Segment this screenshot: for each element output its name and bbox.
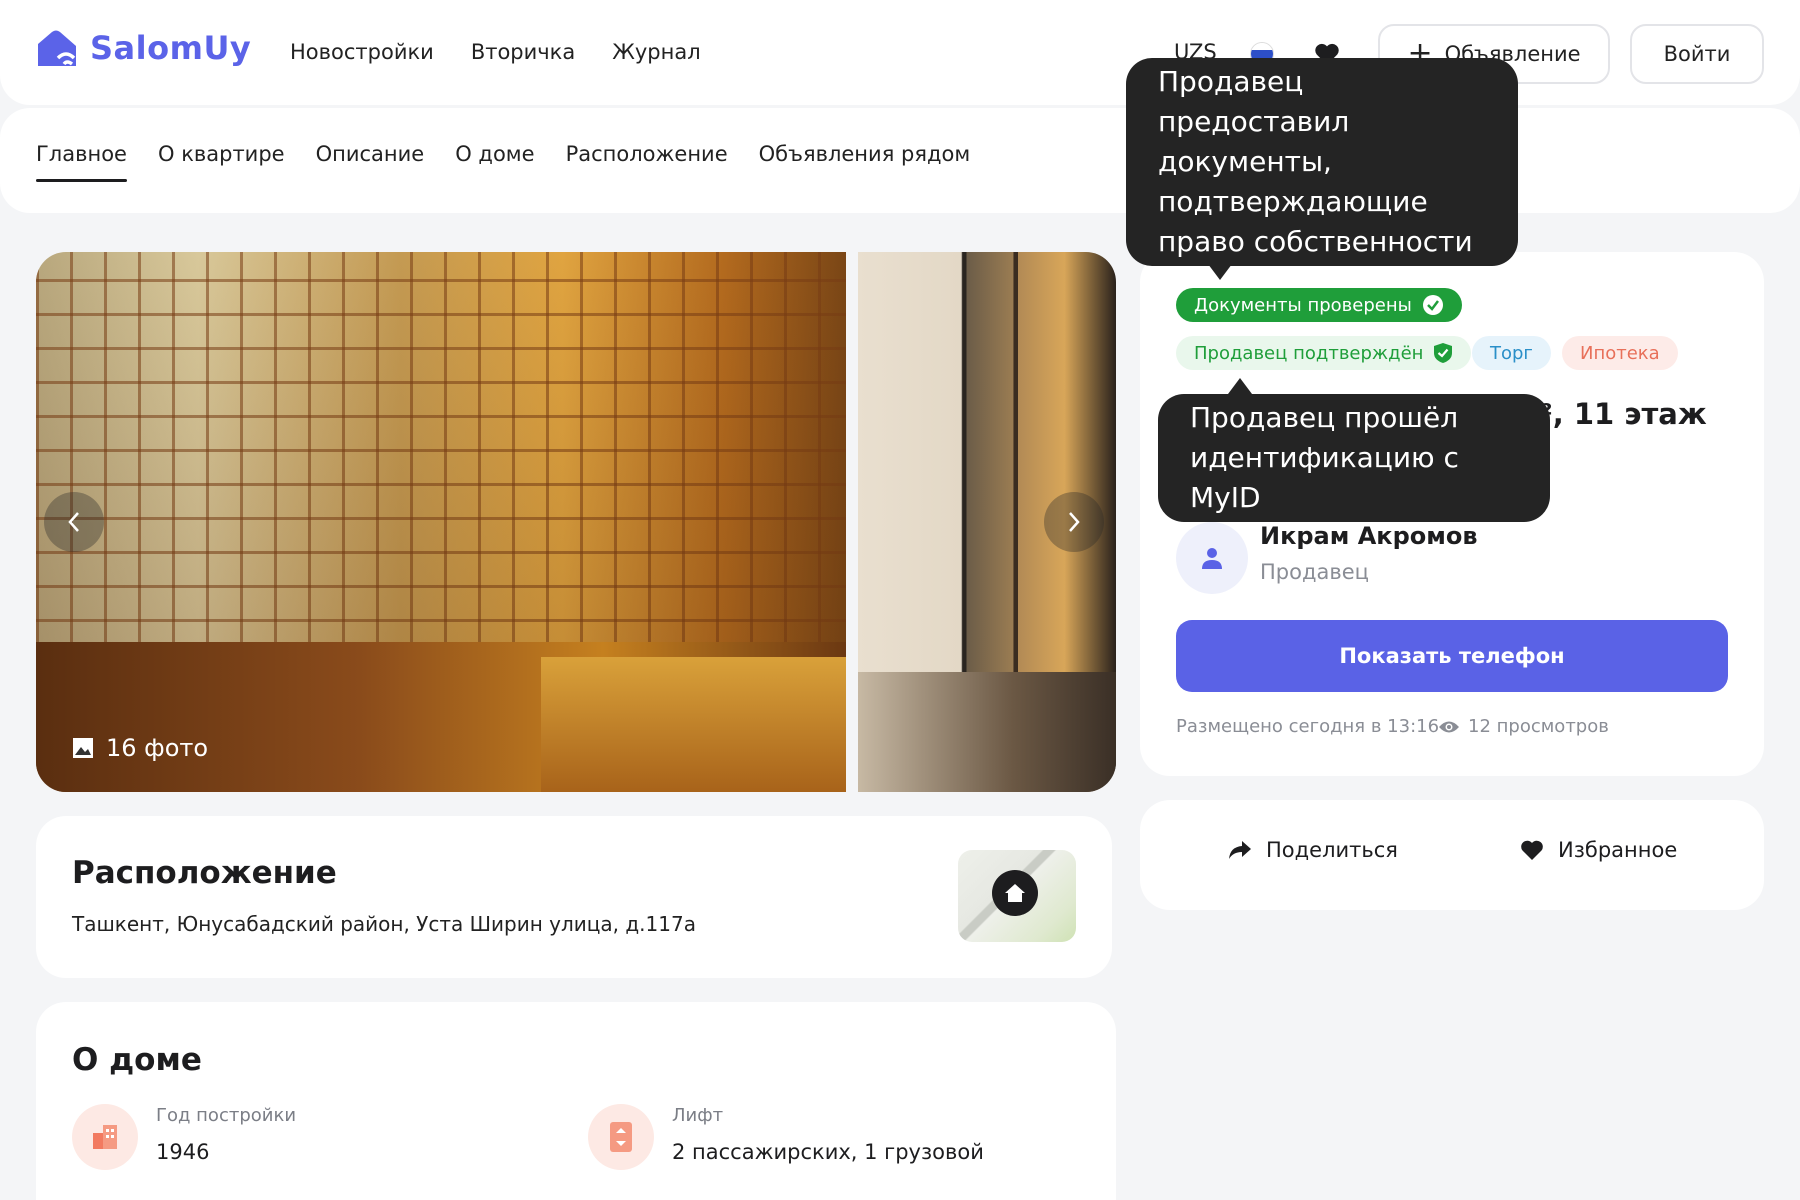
documents-tooltip-line-2: документы, bbox=[1158, 145, 1332, 178]
eye-icon bbox=[1439, 721, 1459, 732]
views-info: 12 просмотров bbox=[1438, 716, 1609, 737]
location-title: Расположение bbox=[72, 855, 337, 891]
login-button[interactable]: Войти bbox=[1630, 24, 1764, 84]
nav-item-new-buildings[interactable]: Новостройки bbox=[290, 40, 434, 64]
posted-time: Размещено сегодня в 13:16 bbox=[1176, 716, 1440, 737]
mortgage-badge: Ипотека bbox=[1562, 336, 1678, 370]
elevator-value: 2 пассажирских, 1 грузовой bbox=[672, 1140, 984, 1164]
photo-count[interactable]: 16 фото bbox=[72, 734, 208, 762]
main-photo-counter bbox=[541, 657, 846, 792]
posted-info: Размещено сегодня в 13:16 bbox=[1176, 716, 1439, 737]
elevator-label: Лифт bbox=[672, 1105, 724, 1126]
seller-verified-badge[interactable]: Продавец подтверждён bbox=[1176, 336, 1472, 370]
bargain-badge: Торг bbox=[1472, 336, 1551, 370]
seller-name: Икрам Акромов bbox=[1260, 522, 1478, 550]
documents-tooltip-line-3: подтверждающие bbox=[1158, 185, 1428, 218]
site-logo[interactable]: SalomUy bbox=[36, 28, 251, 68]
views-count: 12 просмотров bbox=[1468, 716, 1609, 737]
myid-tooltip-line-2: идентификацию с MyID bbox=[1190, 441, 1459, 514]
about-house-title: О доме bbox=[72, 1042, 202, 1078]
about-house-card bbox=[36, 1002, 1116, 1200]
house-logo-icon bbox=[38, 30, 76, 66]
nav-item-journal[interactable]: Журнал bbox=[612, 40, 700, 64]
check-circle-icon bbox=[1422, 295, 1443, 315]
favorite-label: Избранное bbox=[1558, 838, 1678, 862]
seller-role: Продавец bbox=[1260, 560, 1369, 584]
mortgage-label: Ипотека bbox=[1580, 342, 1660, 364]
login-label: Войти bbox=[1663, 42, 1731, 66]
photo-count-label: 16 фото bbox=[106, 734, 209, 762]
tab-location[interactable]: Расположение bbox=[566, 142, 728, 182]
chevron-left-icon bbox=[68, 512, 79, 532]
share-arrow-icon bbox=[1229, 841, 1251, 859]
map-pin-icon bbox=[992, 870, 1038, 916]
documents-tooltip-line-1: Продавец предоставил bbox=[1158, 65, 1350, 138]
section-tabs: Главное О квартире Описание О доме Распо… bbox=[36, 142, 970, 182]
gallery-prev-button[interactable] bbox=[44, 492, 104, 552]
show-phone-button[interactable]: Показать телефон bbox=[1176, 620, 1728, 692]
myid-tooltip: Продавец прошёл идентификацию с MyID bbox=[1158, 394, 1550, 522]
seller-avatar bbox=[1176, 522, 1248, 594]
listing-title: ², 11 этаж bbox=[1540, 397, 1707, 431]
home-icon bbox=[1005, 884, 1025, 902]
favorite-button[interactable]: Избранное bbox=[1520, 838, 1677, 862]
location-address: Ташкент, Юнусабадский район, Уста Ширин … bbox=[72, 912, 696, 936]
bargain-label: Торг bbox=[1490, 342, 1533, 364]
myid-tooltip-arrow bbox=[1228, 378, 1252, 394]
brand-name: SalomUy bbox=[90, 29, 252, 67]
build-year-label: Год постройки bbox=[156, 1105, 297, 1126]
gallery-next-button[interactable] bbox=[1044, 492, 1104, 552]
documents-tooltip: Продавец предоставил документы, подтверж… bbox=[1126, 58, 1518, 266]
documents-tooltip-line-4: право собственности bbox=[1158, 225, 1473, 258]
tab-main[interactable]: Главное bbox=[36, 142, 127, 182]
tab-about-apartment[interactable]: О квартире bbox=[158, 142, 285, 182]
share-button[interactable]: Поделиться bbox=[1228, 838, 1398, 862]
location-card bbox=[36, 816, 1112, 978]
build-year-value: 1946 bbox=[156, 1140, 210, 1164]
shield-check-icon bbox=[1434, 343, 1453, 363]
map-thumbnail[interactable] bbox=[958, 850, 1076, 942]
heart-icon bbox=[1521, 840, 1543, 860]
photo-gallery[interactable]: 16 фото bbox=[36, 252, 1116, 792]
seller-verified-label: Продавец подтверждён bbox=[1194, 342, 1424, 364]
nav-item-secondary[interactable]: Вторичка bbox=[471, 40, 575, 64]
building-icon bbox=[72, 1104, 138, 1170]
image-icon bbox=[73, 738, 93, 758]
elevator-icon bbox=[588, 1104, 654, 1170]
documents-tooltip-arrow bbox=[1208, 264, 1232, 280]
main-nav: Новостройки Вторичка Журнал bbox=[290, 40, 701, 64]
tab-about-house[interactable]: О доме bbox=[455, 142, 534, 182]
tab-nearby-listings[interactable]: Объявления рядом bbox=[759, 142, 971, 182]
documents-verified-badge[interactable]: Документы проверены bbox=[1176, 288, 1462, 322]
tab-description[interactable]: Описание bbox=[316, 142, 425, 182]
myid-tooltip-line-1: Продавец прошёл bbox=[1190, 401, 1459, 434]
documents-verified-label: Документы проверены bbox=[1194, 294, 1412, 316]
side-photo-floor bbox=[858, 672, 1116, 792]
user-icon bbox=[1202, 548, 1222, 569]
chevron-right-icon bbox=[1069, 512, 1080, 532]
share-label: Поделиться bbox=[1266, 838, 1398, 862]
